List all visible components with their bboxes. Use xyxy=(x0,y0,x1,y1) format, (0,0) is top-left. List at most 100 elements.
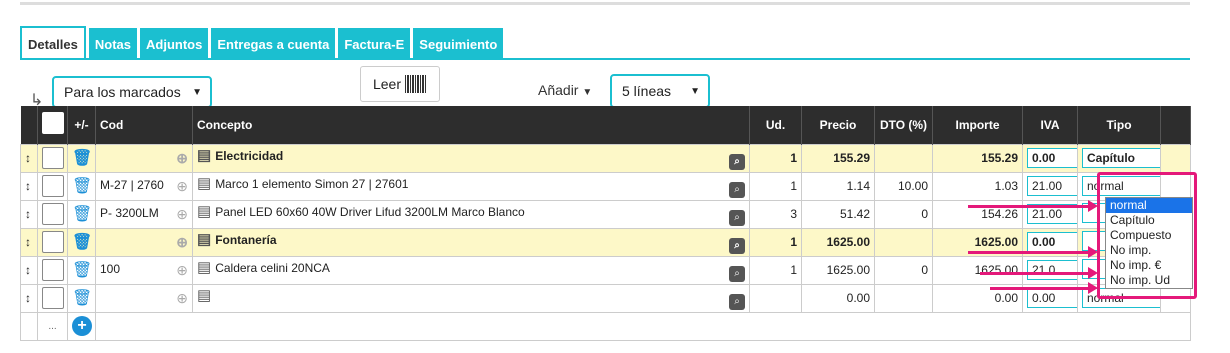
tab-seguimiento[interactable]: Seguimiento xyxy=(413,28,504,60)
search-icon[interactable]: ⌕ xyxy=(729,266,745,282)
iva-select[interactable]: 21.0 xyxy=(1027,260,1077,280)
tab-detalles[interactable]: Detalles xyxy=(20,26,86,60)
dto-cell[interactable] xyxy=(874,143,933,173)
drag-handle-icon[interactable]: ↕ xyxy=(20,143,38,173)
trash-icon[interactable]: 🗑 xyxy=(72,178,92,195)
ud-cell[interactable] xyxy=(749,283,802,313)
concepto-cell[interactable]: ▤ Marco 1 elemento Simon 27 | 27601 ⌕ xyxy=(192,171,750,201)
ud-cell[interactable]: 1 xyxy=(749,143,802,173)
row-checkbox[interactable] xyxy=(42,231,64,253)
zoom-icon[interactable]: ⊕ xyxy=(176,234,188,251)
tab-entregas[interactable]: Entregas a cuenta xyxy=(211,28,336,60)
trash-icon[interactable]: 🗑 xyxy=(72,206,92,223)
cod-cell[interactable]: 100 ⊕ xyxy=(95,255,193,285)
concepto-cell[interactable]: ▤ ⌕ xyxy=(192,283,750,313)
zoom-icon[interactable]: ⊕ xyxy=(176,150,188,167)
tipo-option[interactable]: No imp. Ud xyxy=(1106,273,1192,288)
iva-select[interactable]: 0.00 xyxy=(1027,232,1077,252)
iva-select[interactable]: 21.00 xyxy=(1027,176,1077,196)
edit-line-icon[interactable]: ▤ xyxy=(197,286,211,304)
tipo-option[interactable]: No imp. xyxy=(1106,243,1192,258)
drag-handle-icon[interactable]: ↕ xyxy=(20,227,38,257)
trash-icon[interactable]: 🗑 xyxy=(72,262,92,279)
iva-cell: 21.0 xyxy=(1022,255,1078,285)
zoom-icon[interactable]: ⊕ xyxy=(176,206,188,223)
leer-button[interactable]: Leer xyxy=(360,66,440,102)
trash-icon[interactable]: 🗑 xyxy=(72,150,92,167)
search-icon[interactable]: ⌕ xyxy=(729,238,745,254)
search-icon[interactable]: ⌕ xyxy=(729,210,745,226)
cod-cell[interactable]: ⊕ xyxy=(95,283,193,313)
anadir-dropdown[interactable]: Añadir ▼ xyxy=(538,82,592,98)
cod-cell[interactable]: ⊕ xyxy=(95,227,193,257)
row-checkbox[interactable] xyxy=(42,147,64,169)
row-checkbox[interactable] xyxy=(42,259,64,281)
concepto-cell[interactable]: ▤ Caldera celini 20NCA ⌕ xyxy=(192,255,750,285)
tab-adjuntos[interactable]: Adjuntos xyxy=(140,28,209,60)
zoom-icon[interactable]: ⊕ xyxy=(176,290,188,307)
ud-cell[interactable]: 3 xyxy=(749,199,802,229)
precio-cell[interactable]: 1.14 xyxy=(801,171,875,201)
iva-select[interactable]: 0.00 xyxy=(1027,288,1077,308)
tab-factura-e[interactable]: Factura-E xyxy=(338,28,411,60)
drag-handle-icon[interactable]: ↕ xyxy=(20,199,38,229)
drag-handle-icon[interactable]: ↕ xyxy=(20,255,38,285)
precio-cell[interactable]: 1625.00 xyxy=(801,227,875,257)
add-line-icon[interactable]: + xyxy=(72,316,92,336)
row-checkbox[interactable] xyxy=(42,175,64,197)
tipo-dropdown-list: normal Capítulo Compuesto No imp. No imp. € N… xyxy=(1105,197,1193,289)
select-all-checkbox[interactable] xyxy=(42,112,64,135)
tab-notas[interactable]: Notas xyxy=(88,28,137,60)
trash-icon[interactable]: 🗑 xyxy=(72,234,92,251)
concepto-cell[interactable]: ▤ Electricidad ⌕ xyxy=(192,143,750,173)
drag-handle-icon[interactable]: ↕ xyxy=(20,283,38,313)
bulk-action-select[interactable]: Para los marcados ▼ xyxy=(52,76,212,108)
edit-line-icon[interactable]: ▤ xyxy=(197,230,211,248)
cod-cell[interactable]: M-27 | 2760 ⊕ xyxy=(95,171,193,201)
ud-cell[interactable]: 1 xyxy=(749,171,802,201)
iva-select[interactable]: 0.00 xyxy=(1027,148,1077,168)
precio-cell[interactable]: 155.29 xyxy=(801,143,875,173)
iva-cell: 0.00 xyxy=(1022,143,1078,173)
tipo-select[interactable]: normal xyxy=(1082,176,1160,196)
concepto-cell[interactable]: ▤ Panel LED 60x60 40W Driver Lifud 3200LM… xyxy=(192,199,750,229)
ud-cell[interactable]: 1 xyxy=(749,255,802,285)
dto-cell[interactable]: 0 xyxy=(874,199,933,229)
dto-cell[interactable]: 0 xyxy=(874,255,933,285)
tipo-option[interactable]: Compuesto xyxy=(1106,228,1192,243)
concepto-cell[interactable]: ▤ Fontanería ⌕ xyxy=(192,227,750,257)
search-icon[interactable]: ⌕ xyxy=(729,182,745,198)
ud-cell[interactable]: 1 xyxy=(749,227,802,257)
trash-icon[interactable]: 🗑 xyxy=(72,290,92,307)
search-icon[interactable]: ⌕ xyxy=(729,294,745,310)
tipo-select[interactable]: Capítulo xyxy=(1082,148,1160,168)
edit-line-icon[interactable]: ▤ xyxy=(197,146,211,164)
tab-underline xyxy=(20,58,1190,60)
top-divider xyxy=(20,2,1190,5)
cod-cell[interactable]: ⊕ xyxy=(95,143,193,173)
header-plus-minus-icon[interactable]: +/- xyxy=(67,106,96,144)
lines-select[interactable]: 5 líneas ▼ xyxy=(610,74,710,108)
drag-handle-icon[interactable]: ↕ xyxy=(20,171,38,201)
dto-cell[interactable] xyxy=(874,283,933,313)
precio-cell[interactable]: 51.42 xyxy=(801,199,875,229)
row-checkbox[interactable] xyxy=(42,287,64,309)
dto-cell[interactable]: 10.00 xyxy=(874,171,933,201)
search-icon[interactable]: ⌕ xyxy=(729,154,745,170)
row-checkbox[interactable] xyxy=(42,203,64,225)
row-delete-cell: 🗑 xyxy=(67,199,96,229)
edit-line-icon[interactable]: ▤ xyxy=(197,202,211,220)
zoom-icon[interactable]: ⊕ xyxy=(176,262,188,279)
precio-cell[interactable]: 1625.00 xyxy=(801,255,875,285)
cod-cell[interactable]: P- 3200LM ⊕ xyxy=(95,199,193,229)
header-select-all[interactable] xyxy=(37,106,68,144)
tipo-option[interactable]: normal xyxy=(1106,198,1192,213)
zoom-icon[interactable]: ⊕ xyxy=(176,178,188,195)
dto-cell[interactable] xyxy=(874,227,933,257)
tipo-option[interactable]: Capítulo xyxy=(1106,213,1192,228)
header-tipo: Tipo xyxy=(1077,106,1161,144)
tipo-option[interactable]: No imp. € xyxy=(1106,258,1192,273)
edit-line-icon[interactable]: ▤ xyxy=(197,174,211,192)
edit-line-icon[interactable]: ▤ xyxy=(197,258,211,276)
precio-cell[interactable]: 0.00 xyxy=(801,283,875,313)
